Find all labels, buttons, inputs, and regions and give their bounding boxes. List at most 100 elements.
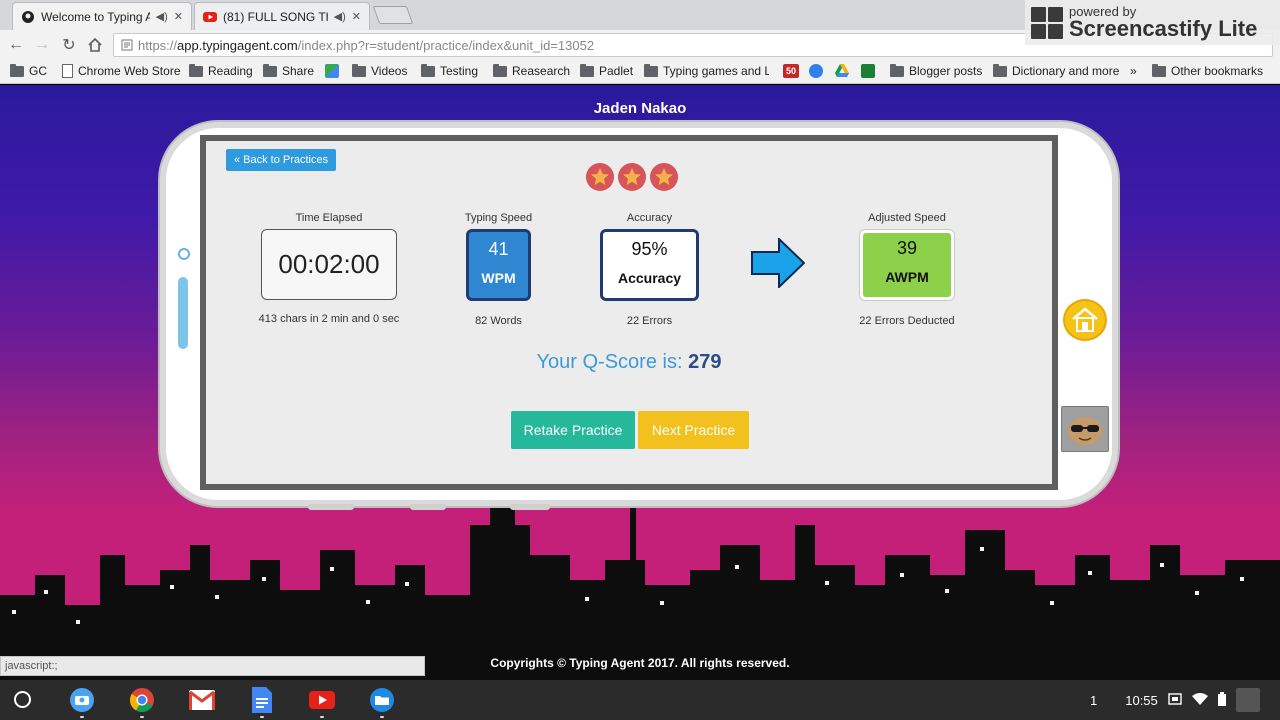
- folder-icon: [493, 63, 507, 77]
- bookmark-chrome-web-store[interactable]: Chrome Web Store: [62, 64, 181, 78]
- time-elapsed-detail: 413 chars in 2 min and 0 sec: [258, 313, 400, 325]
- back-arrow-icon[interactable]: ←: [6, 35, 26, 55]
- gmail-icon[interactable]: [187, 685, 217, 715]
- running-indicator: [140, 716, 144, 718]
- bookmark-label: Reasearch: [512, 64, 571, 78]
- new-tab-button[interactable]: [372, 6, 414, 24]
- awpm-box: 39 AWPM: [859, 229, 955, 301]
- star-rating: [586, 163, 678, 191]
- adjusted-speed-label: Adjusted Speed: [868, 212, 946, 224]
- accuracy-label: Accuracy: [626, 212, 673, 224]
- accuracy-box: 95% Accuracy: [600, 229, 699, 301]
- back-to-practices-button[interactable]: « Back to Practices: [226, 149, 337, 171]
- folder-icon: [352, 63, 366, 77]
- avatar: [1068, 417, 1102, 445]
- launcher-icon[interactable]: [14, 691, 31, 708]
- back-button-label: Back to Practices: [243, 154, 329, 166]
- folder-icon: [890, 63, 904, 77]
- bookmark-share[interactable]: Share: [263, 63, 314, 78]
- star-icon: [650, 163, 678, 191]
- url-path: /index.php?r=student/practice/index&unit…: [297, 37, 595, 53]
- forward-arrow-icon[interactable]: →: [32, 35, 52, 55]
- bookmark-label: Blogger posts: [909, 64, 983, 78]
- wpm-unit: WPM: [481, 270, 516, 286]
- files-icon[interactable]: [367, 685, 397, 718]
- folder-icon: [263, 63, 277, 77]
- fifty-icon: 50: [783, 64, 799, 78]
- notification-count: 1: [1090, 692, 1098, 708]
- bookmark-fifty[interactable]: 50: [783, 64, 799, 78]
- close-icon[interactable]: ✕: [352, 10, 361, 23]
- maps-icon: [325, 64, 339, 78]
- chromeos-shelf: 1 10:55: [0, 680, 1280, 720]
- bookmark-padlet[interactable]: Padlet: [580, 63, 634, 78]
- speaker-icon[interactable]: ◀): [156, 10, 168, 23]
- bookmark-reasearch[interactable]: Reasearch: [493, 63, 571, 78]
- retake-practice-button[interactable]: Retake Practice: [511, 411, 635, 449]
- system-tray[interactable]: 1 10:55: [1090, 680, 1260, 720]
- youtube-icon[interactable]: [307, 685, 337, 718]
- bookmark-videos[interactable]: Videos: [352, 63, 408, 78]
- q-score-value: 279: [688, 351, 722, 373]
- chevron-double-left-icon: «: [234, 154, 241, 166]
- user-avatar: [1235, 688, 1260, 712]
- bookmark-classroom[interactable]: [861, 64, 875, 78]
- youtube-favicon: [203, 10, 217, 24]
- folder-icon: [10, 63, 24, 77]
- bookmark-label: Testing: [440, 64, 479, 78]
- bookmark-reading[interactable]: Reading: [189, 63, 253, 78]
- bookmark-testing[interactable]: Testing: [421, 63, 479, 78]
- star-icon: [618, 163, 646, 191]
- phone-foot: [308, 504, 354, 510]
- home-icon[interactable]: [85, 35, 105, 55]
- home-button[interactable]: [1063, 299, 1107, 341]
- speaker-icon[interactable]: ◀): [334, 10, 346, 23]
- docs-icon[interactable]: [247, 685, 277, 718]
- next-practice-button[interactable]: Next Practice: [638, 411, 749, 449]
- files-app-icon[interactable]: [67, 685, 97, 718]
- bookmark-other[interactable]: Other bookmarks: [1152, 63, 1263, 78]
- folder-icon: [644, 63, 658, 77]
- bookmark-apps[interactable]: [809, 64, 823, 78]
- arrow-right-icon: [751, 238, 805, 288]
- phone-foot: [510, 504, 550, 510]
- drive-icon: [835, 64, 849, 80]
- phone-camera-dot: [178, 248, 190, 260]
- bookmark-gc[interactable]: GC: [10, 63, 47, 78]
- bookmark-typing-games[interactable]: Typing games and L: [644, 63, 769, 78]
- bookmark-label: GC: [29, 64, 47, 78]
- screencastify-watermark: powered by Screencastify Lite: [1025, 0, 1280, 45]
- page-icon: [62, 64, 73, 78]
- awpm-unit: AWPM: [885, 269, 929, 285]
- errors-deducted: 22 Errors Deducted: [859, 315, 955, 327]
- chevron-double-right-icon: »: [1130, 64, 1137, 78]
- bookmark-label: Videos: [371, 64, 408, 78]
- reload-icon[interactable]: ↻: [59, 35, 79, 55]
- bookmark-blogger-posts[interactable]: Blogger posts: [890, 63, 983, 78]
- bookmark-label: Reading: [208, 64, 253, 78]
- bookmark-drive[interactable]: [835, 64, 849, 80]
- bookmark-dictionary[interactable]: Dictionary and more: [993, 63, 1120, 78]
- folder-icon: [1152, 63, 1166, 77]
- typing-speed-label: Typing Speed: [464, 212, 533, 224]
- tab-youtube[interactable]: (81) FULL SONG The ◀) ✕: [194, 2, 370, 30]
- chrome-icon[interactable]: [127, 685, 157, 718]
- bookmark-maps[interactable]: [325, 64, 339, 78]
- city-skyline-illustration: [0, 495, 1280, 680]
- bookmark-label: Padlet: [599, 64, 634, 78]
- house-icon: [1072, 307, 1098, 332]
- running-indicator: [80, 716, 84, 718]
- bookmark-label: Typing games and L: [663, 64, 769, 78]
- star-icon: [586, 163, 614, 191]
- error-count: 22 Errors: [626, 315, 673, 327]
- running-indicator: [380, 716, 384, 718]
- page-info-icon[interactable]: [121, 39, 133, 54]
- close-icon[interactable]: ✕: [174, 10, 183, 23]
- word-count: 82 Words: [475, 315, 522, 327]
- wifi-icon: [1191, 692, 1208, 708]
- bookmarks-overflow-button[interactable]: »: [1130, 64, 1137, 78]
- phone-foot: [410, 504, 446, 510]
- avatar-button[interactable]: [1061, 406, 1109, 452]
- bookmark-label: Dictionary and more: [1012, 64, 1120, 78]
- tab-typing-agent[interactable]: Welcome to Typing A ◀) ✕: [12, 2, 192, 30]
